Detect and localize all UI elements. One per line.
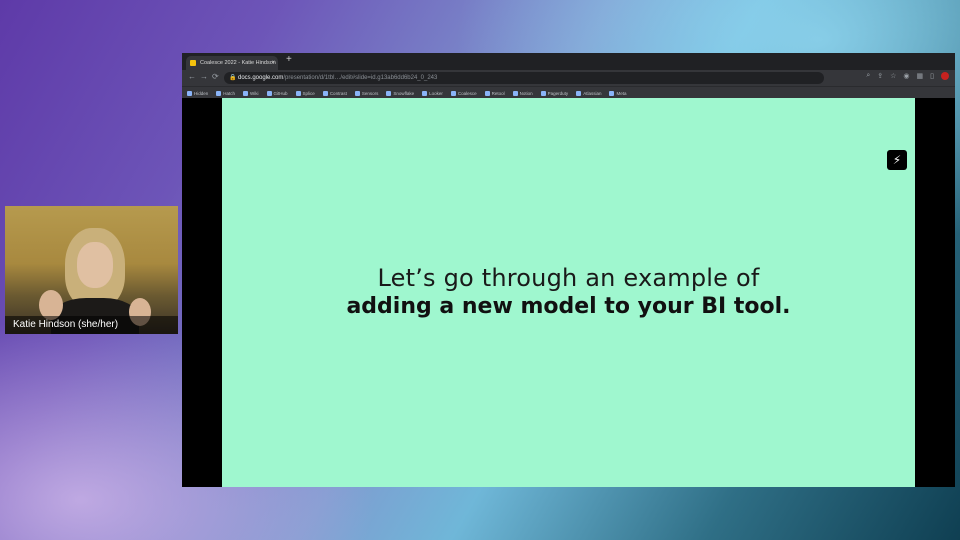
bookmark-label: Atlassian <box>583 90 602 96</box>
bookmark-label: Meta <box>616 90 627 96</box>
person-face <box>77 242 113 288</box>
bookmark-label: Snowflake <box>393 90 415 96</box>
bookmark-favicon-icon <box>512 90 518 96</box>
bookmark-label: Retool <box>491 90 505 96</box>
browser-window: Coalesce 2022 - Katie Hindson × + ← → ⟳ … <box>182 53 955 487</box>
profile-avatar-icon[interactable] <box>941 72 949 80</box>
bookmark-label: GitHub <box>273 90 288 96</box>
slide-text-line1: Let’s go through an example of <box>377 264 760 292</box>
bookmark-item[interactable]: Hidden <box>187 90 209 96</box>
address-bar: ← → ⟳ 🔒 docs.google.com/presentation/d/1… <box>182 70 955 86</box>
bookmark-favicon-icon <box>266 90 272 96</box>
bookmark-label: Sensors <box>361 90 379 96</box>
toolbar-icons: ⌕ ⇪ ☆ ◉ ▦ ▯ <box>866 72 949 80</box>
bookmark-favicon-icon <box>540 90 546 96</box>
bookmark-item[interactable]: Hatch <box>216 90 236 96</box>
forward-icon[interactable]: → <box>200 72 208 81</box>
bookmark-item[interactable]: Sensors <box>354 90 379 96</box>
puzzle-icon[interactable]: ▦ <box>917 72 924 80</box>
bookmark-item[interactable]: Retool <box>484 90 505 96</box>
bookmark-favicon-icon <box>609 90 615 96</box>
webcam-tile: Katie Hindson (she/her) <box>5 206 178 334</box>
bookmark-favicon-icon <box>450 90 456 96</box>
bookmark-favicon-icon <box>386 90 392 96</box>
bookmark-item[interactable]: Atlassian <box>576 90 602 96</box>
share-icon[interactable]: ⇪ <box>877 72 883 80</box>
bookmark-item[interactable]: Wiki <box>243 90 259 96</box>
bookmark-favicon-icon <box>576 90 582 96</box>
bookmark-item[interactable]: Coalesce <box>450 90 477 96</box>
participant-name: Katie Hindson (she/her) <box>5 316 178 334</box>
bookmark-label: Hatch <box>223 90 236 96</box>
tab-bar: Coalesce 2022 - Katie Hindson × + <box>182 53 955 70</box>
url-host: docs.google.com <box>238 75 284 81</box>
search-icon[interactable]: ⌕ <box>866 72 870 80</box>
close-tab-icon[interactable]: × <box>271 56 275 70</box>
bookmark-label: Hidden <box>194 90 209 96</box>
bookmark-favicon-icon <box>243 90 249 96</box>
bookmark-item[interactable]: GitHub <box>266 90 288 96</box>
url-path: /presentation/d/1tbl…/edit#slide=id.g13a… <box>283 75 438 81</box>
bookmark-favicon-icon <box>322 90 328 96</box>
tab-title: Coalesce 2022 - Katie Hindson <box>200 60 276 66</box>
bookmark-favicon-icon <box>354 90 360 96</box>
bookmark-label: Coalesce <box>457 90 477 96</box>
lock-icon: 🔒 <box>229 75 237 81</box>
bookmark-favicon-icon <box>187 90 192 96</box>
bookmark-label: Looker <box>429 90 443 96</box>
bookmark-item[interactable]: Meta <box>609 90 627 96</box>
bookmark-favicon-icon <box>295 90 301 96</box>
tab-active[interactable]: Coalesce 2022 - Katie Hindson × <box>186 56 278 70</box>
bookmark-label: Splice <box>302 90 315 96</box>
extension-icon[interactable]: ◉ <box>903 72 909 80</box>
url-field[interactable]: 🔒 docs.google.com/presentation/d/1tbl…/e… <box>224 72 824 84</box>
bookmark-label: Wiki <box>250 90 259 96</box>
bookmark-item[interactable]: Pagerduty <box>540 90 569 96</box>
bookmark-label: Pagerduty <box>547 90 569 96</box>
star-icon[interactable]: ☆ <box>890 72 896 80</box>
back-icon[interactable]: ← <box>188 72 196 81</box>
bookmark-item[interactable]: Snowflake <box>386 90 415 96</box>
bookmark-favicon-icon <box>484 90 490 96</box>
presentation-slide: Let’s go through an example of adding a … <box>222 98 915 487</box>
sidebar-icon[interactable]: ▯ <box>930 72 934 80</box>
bookmark-item[interactable]: Splice <box>295 90 315 96</box>
slides-favicon-icon <box>190 60 196 66</box>
bookmark-label: Notion <box>519 90 533 96</box>
page-viewport: Let’s go through an example of adding a … <box>182 98 955 487</box>
slide-text-line2: adding a new model to your BI tool. <box>346 294 791 319</box>
bookmark-label: Contrast <box>329 90 347 96</box>
reload-icon[interactable]: ⟳ <box>212 72 219 81</box>
bookmark-item[interactable]: Notion <box>512 90 533 96</box>
bookmark-favicon-icon <box>216 90 222 96</box>
bookmark-item[interactable]: Looker <box>422 90 443 96</box>
bolt-icon[interactable]: ⚡ <box>887 150 907 170</box>
bookmark-favicon-icon <box>422 90 428 96</box>
bookmark-item[interactable]: Contrast <box>322 90 347 96</box>
new-tab-icon[interactable]: + <box>286 54 292 65</box>
